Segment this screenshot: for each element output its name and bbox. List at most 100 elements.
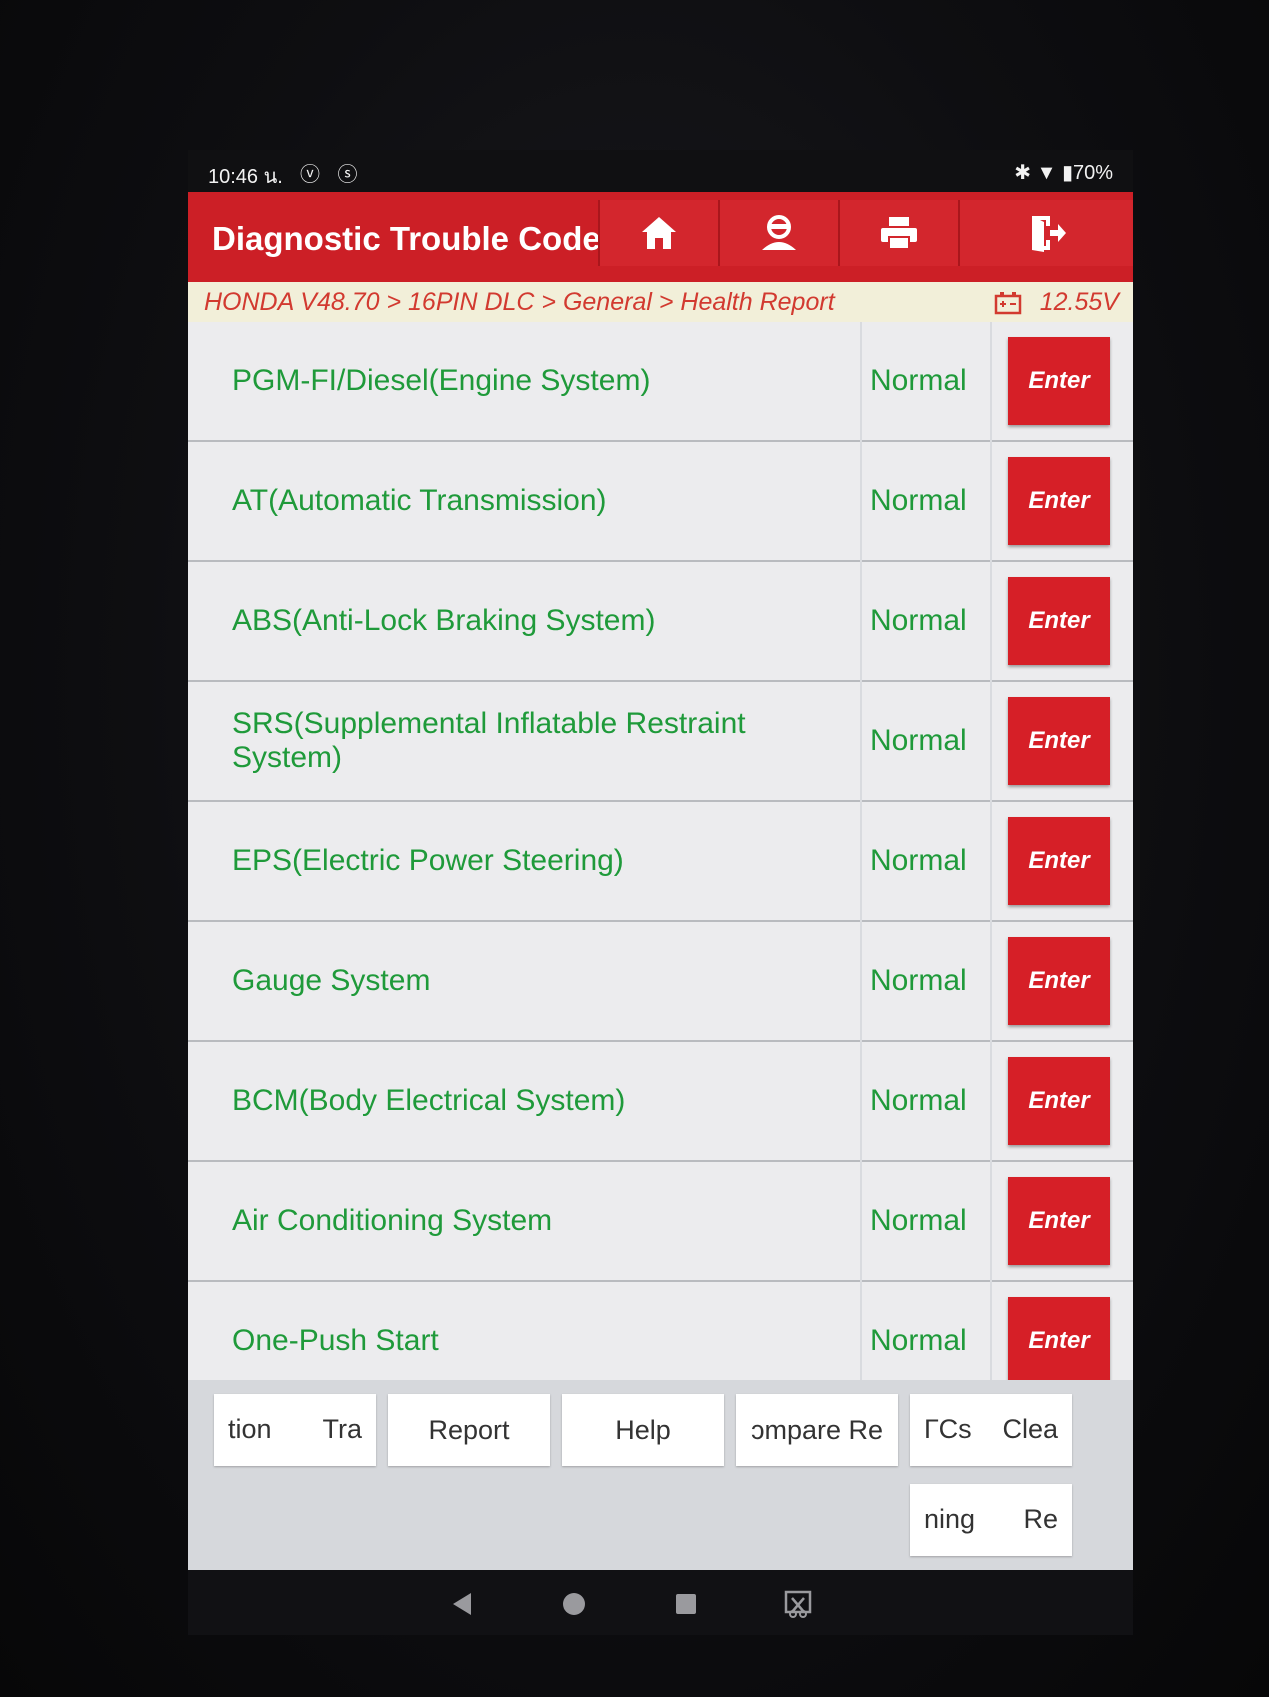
system-status: Normal — [870, 1324, 967, 1357]
battery-icon — [994, 291, 1021, 314]
enter-button[interactable]: Enter — [1008, 697, 1110, 785]
enter-cell: Enter — [992, 322, 1133, 442]
report-button[interactable]: Report — [388, 1394, 550, 1466]
enter-cell: Enter — [992, 802, 1133, 922]
list-item: EPS(Electric Power Steering) Normal Ente… — [188, 802, 1133, 922]
enter-cell: Enter — [992, 1162, 1133, 1282]
bottom-toolbar: tion Tra Report Help ɔmpare Re ГCs Clea … — [188, 1380, 1133, 1570]
user-button[interactable] — [718, 200, 838, 266]
translation-button[interactable]: tion Tra — [214, 1394, 376, 1466]
enter-cell: Enter — [992, 682, 1133, 802]
back-icon — [453, 1593, 471, 1615]
list-item: One-Push Start Normal Enter — [188, 1282, 1133, 1380]
system-navigation-bar — [188, 1570, 1133, 1635]
system-status: Normal — [870, 724, 967, 757]
home-button[interactable] — [598, 200, 718, 266]
system-status: Normal — [870, 1084, 967, 1117]
compare-report-button[interactable]: ɔmpare Re — [736, 1394, 898, 1466]
system-list: PGM-FI/Diesel(Engine System) Normal Ente… — [188, 322, 1133, 1380]
system-name-cell: PGM-FI/Diesel(Engine System) — [188, 322, 860, 442]
system-name-cell: ABS(Anti-Lock Braking System) — [188, 562, 860, 682]
system-name: Air Conditioning System — [232, 1204, 553, 1237]
system-name: EPS(Electric Power Steering) — [232, 844, 624, 877]
clear-label-left: ГCs — [924, 1414, 972, 1444]
help-button[interactable]: Help — [562, 1394, 724, 1466]
tablet-screen: 10:46 น. ⓥ ⓢ ✱ ▼ ▮70% Diagnostic Trouble… — [188, 150, 1133, 1635]
system-status: Normal — [870, 844, 967, 877]
enter-button[interactable]: Enter — [1008, 1177, 1110, 1265]
system-name: One-Push Start — [232, 1324, 439, 1357]
list-item: BCM(Body Electrical System) Normal Enter — [188, 1042, 1133, 1162]
enter-button[interactable]: Enter — [1008, 817, 1110, 905]
breadcrumb-path: HONDA V48.70 > 16PIN DLC > General > Hea… — [204, 288, 835, 316]
list-item: AT(Automatic Transmission) Normal Enter — [188, 442, 1133, 562]
back-button[interactable] — [442, 1584, 482, 1624]
system-status: Normal — [870, 964, 967, 997]
system-name-cell: BCM(Body Electrical System) — [188, 1042, 860, 1162]
system-name: AT(Automatic Transmission) — [232, 484, 607, 517]
enter-button[interactable]: Enter — [1008, 337, 1110, 425]
learning-label-right: Re — [1023, 1504, 1058, 1534]
exit-button[interactable] — [958, 200, 1133, 266]
print-icon — [881, 217, 917, 250]
home-circle-icon — [563, 1593, 585, 1615]
system-status-cell: Normal — [862, 1282, 990, 1380]
system-name-cell: One-Push Start — [188, 1282, 860, 1380]
enter-button[interactable]: Enter — [1008, 1057, 1110, 1145]
system-name-cell: EPS(Electric Power Steering) — [188, 802, 860, 922]
clear-dtcs-button[interactable]: ГCs Clea — [910, 1394, 1072, 1466]
list-item: PGM-FI/Diesel(Engine System) Normal Ente… — [188, 322, 1133, 442]
voltage-indicator: 12.55V — [994, 288, 1119, 317]
system-name: ABS(Anti-Lock Braking System) — [232, 604, 656, 637]
home-nav-button[interactable] — [554, 1584, 594, 1624]
translation-label-left: tion — [228, 1414, 272, 1444]
list-item: Gauge System Normal Enter — [188, 922, 1133, 1042]
system-status-cell: Normal — [862, 922, 990, 1042]
page-title: Diagnostic Trouble Code — [212, 220, 601, 257]
enter-cell: Enter — [992, 562, 1133, 682]
list-item: Air Conditioning System Normal Enter — [188, 1162, 1133, 1282]
system-name: Gauge System — [232, 964, 431, 997]
status-right-indicators: ✱ ▼ ▮70% — [1014, 162, 1113, 184]
enter-button[interactable]: Enter — [1008, 1297, 1110, 1380]
enter-cell: Enter — [992, 442, 1133, 562]
screenshot-icon — [784, 1590, 812, 1618]
system-status-cell: Normal — [862, 562, 990, 682]
system-status: Normal — [870, 484, 967, 517]
screenshot-button[interactable] — [778, 1584, 818, 1624]
system-status-cell: Normal — [862, 1042, 990, 1162]
exit-icon — [1031, 216, 1066, 252]
list-item: ABS(Anti-Lock Braking System) Normal Ent… — [188, 562, 1133, 682]
status-time: 10:46 น. — [208, 166, 283, 188]
system-status: Normal — [870, 364, 967, 397]
enter-cell: Enter — [992, 1042, 1133, 1162]
system-name-cell: Air Conditioning System — [188, 1162, 860, 1282]
recents-button[interactable] — [666, 1584, 706, 1624]
enter-cell: Enter — [992, 922, 1133, 1042]
system-name-cell: AT(Automatic Transmission) — [188, 442, 860, 562]
app-header: Diagnostic Trouble Code — [188, 192, 1133, 282]
learning-report-button[interactable]: ning Re — [910, 1484, 1072, 1556]
status-bar: 10:46 น. ⓥ ⓢ ✱ ▼ ▮70% — [188, 150, 1133, 192]
voltage-value: 12.55V — [1039, 288, 1119, 316]
translation-label-right: Tra — [322, 1414, 363, 1444]
system-name: SRS(Supplemental Inflatable Restraint Sy… — [232, 707, 746, 774]
home-icon — [642, 217, 676, 249]
system-name: BCM(Body Electrical System) — [232, 1084, 626, 1117]
list-item: SRS(Supplemental Inflatable Restraint Sy… — [188, 682, 1133, 802]
enter-button[interactable]: Enter — [1008, 577, 1110, 665]
system-status-cell: Normal — [862, 1162, 990, 1282]
system-status-cell: Normal — [862, 802, 990, 922]
enter-button[interactable]: Enter — [1008, 457, 1110, 545]
print-button[interactable] — [838, 200, 958, 266]
system-status-cell: Normal — [862, 322, 990, 442]
status-left-icons: ⓥ ⓢ — [300, 164, 364, 186]
clear-label-right: Clea — [1002, 1414, 1058, 1444]
system-status-cell: Normal — [862, 682, 990, 802]
breadcrumb: HONDA V48.70 > 16PIN DLC > General > Hea… — [188, 282, 1133, 322]
system-status: Normal — [870, 604, 967, 637]
user-icon — [762, 215, 796, 250]
enter-cell: Enter — [992, 1282, 1133, 1380]
enter-button[interactable]: Enter — [1008, 937, 1110, 1025]
recents-icon — [676, 1594, 696, 1614]
